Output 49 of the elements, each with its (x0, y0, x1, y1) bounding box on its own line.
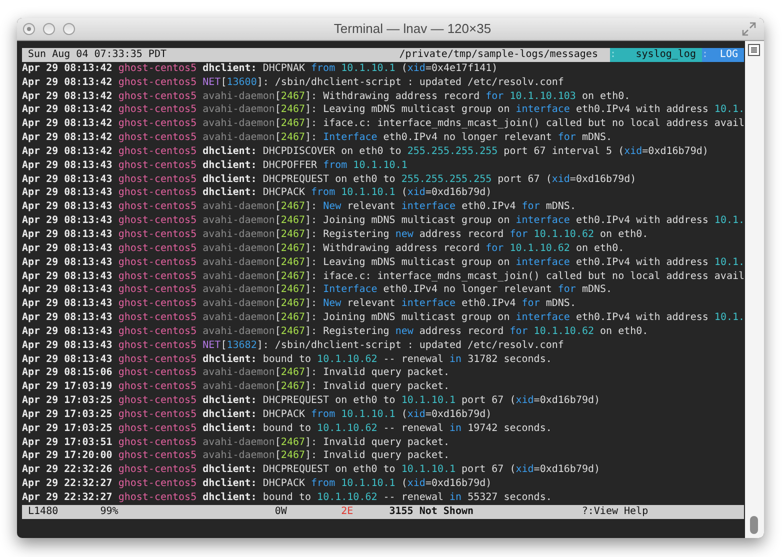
log-line: Apr 29 08:13:43 ghost-centos5 dhclient: bound to 10.1.10.62 -- renewal in 31782 seconds. (22, 352, 552, 366)
log-line: Apr 29 08:13:42 ghost-centos5 NET[13600]: /sbin/dhclient-script : updated /etc/resolv.conf (22, 76, 564, 90)
log-line: Apr 29 08:13:43 ghost-centos5 NET[13682]: /sbin/dhclient-script : updated /etc/resolv.conf (22, 338, 564, 353)
log-line: Apr 29 22:32:26 ghost-centos5 dhclient: DHCPREQUEST on eth0 to 10.1.10.1 port 67 (xid=0xd16b79d) (22, 463, 600, 478)
warning-count: 0W (274, 504, 288, 519)
log-line: Apr 29 08:15:06 ghost-centos5 avahi-daemon[2467]: Invalid query packet. (22, 366, 450, 380)
log-line: Apr 29 08:13:43 ghost-centos5 dhclient: DHCPACK from 10.1.10.1 (xid=0xd16b79d) (22, 186, 492, 200)
fullscreen-icon[interactable] (742, 22, 756, 36)
scrollbar-thumb[interactable] (750, 516, 758, 534)
log-line: Apr 29 17:20:00 ghost-centos5 avahi-daemon[2467]: Invalid query packet. (22, 449, 450, 464)
percent-text: 99% (100, 504, 120, 519)
log-line: Apr 29 08:13:42 ghost-centos5 avahi-daemon[2467]: iface.c: interface_mdns_mcast_join() called but no local address avail (22, 117, 745, 132)
log-line: Apr 29 22:32:27 ghost-centos5 dhclient: DHCPACK from 10.1.10.1 (xid=0xd16b79d) (22, 477, 492, 491)
log-line: Apr 29 08:13:42 ghost-centos5 avahi-daemon[2467]: Interface eth0.IPv4 no longer relevant for mDNS. (22, 131, 612, 145)
log-line: Apr 29 08:13:43 ghost-centos5 avahi-daemon[2467]: Joining mDNS multicast group on interface eth0.IPv4 with address 10.1. (22, 214, 745, 228)
log-line: Apr 29 17:03:51 ghost-centos5 avahi-daemon[2467]: Invalid query packet. (22, 436, 450, 450)
log-line: Apr 29 17:03:25 ghost-centos5 dhclient: DHCPREQUEST on eth0 to 10.1.10.1 port 67 (xid=0xd16b79d) (22, 394, 600, 408)
window-title: Terminal — lnav — 120×35 (334, 20, 492, 38)
log-line: Apr 29 08:13:43 ghost-centos5 dhclient: DHCPOFFER from 10.1.10.1 (22, 158, 408, 173)
minimize-button[interactable] (43, 23, 55, 35)
log-line: Apr 29 17:03:25 ghost-centos5 dhclient: bound to 10.1.10.62 -- renewal in 19742 seconds. (22, 422, 552, 436)
log-line: Apr 29 08:13:43 ghost-centos5 avahi-daemon[2467]: Leaving mDNS multicast group on interface eth0.IPv4 with address 10.1. (22, 256, 745, 270)
log-line: Apr 29 08:13:43 ghost-centos5 avahi-daemon[2467]: Withdrawing address record for 10.1.10.62 on eth0. (22, 242, 624, 256)
file-path: /private/tmp/sample-logs/messages (399, 48, 599, 62)
log-line: Apr 29 17:03:25 ghost-centos5 dhclient: DHCPACK from 10.1.10.1 (xid=0xd16b79d) (22, 408, 492, 422)
log-line: Apr 29 08:13:42 ghost-centos5 dhclient: DHCPNAK from 10.1.10.1 (xid=0x4e17f141) (22, 62, 498, 76)
view-label: : LOG (702, 48, 744, 62)
log-line: Apr 29 08:13:43 ghost-centos5 avahi-daemon[2467]: New relevant interface eth0.IPv4 for mDNS. (22, 200, 576, 214)
log-line: Apr 29 08:13:42 ghost-centos5 dhclient: DHCPDISCOVER on eth0 to 255.255.255.255 port 67 interval 5 (xid=0xd16b79d) (22, 144, 708, 159)
log-line: Apr 29 22:32:27 ghost-centos5 dhclient: bound to 10.1.10.62 -- renewal in 55327 seconds. (22, 491, 552, 505)
error-count: 2E (341, 504, 354, 519)
help-hint: ?:View Help (582, 504, 648, 519)
log-line: Apr 29 08:13:42 ghost-centos5 avahi-daemon[2467]: Withdrawing address record for 10.1.10.103 on eth0. (22, 90, 630, 104)
log-line: Apr 29 08:13:43 ghost-centos5 avahi-daemon[2467]: Registering new address record for 10.1.10.62 on eth0. (22, 228, 648, 242)
clock-text: Sun Aug 04 07:33:35 PDT (27, 48, 166, 62)
zoom-button[interactable] (63, 23, 75, 35)
close-button[interactable] (23, 23, 35, 35)
log-line: Apr 29 17:03:19 ghost-centos5 avahi-daemon[2467]: Invalid query packet. (22, 380, 450, 394)
format-label: : syslog_log (610, 48, 702, 62)
log-line: Apr 29 08:13:43 ghost-centos5 avahi-daemon[2467]: Interface eth0.IPv4 no longer relevant for mDNS. (22, 283, 612, 298)
not-shown-count: 3155 Not Shown (389, 504, 475, 519)
log-line: Apr 29 08:13:43 ghost-centos5 avahi-daemon[2467]: Registering new address record for 10.1.10.62 on eth0. (22, 324, 648, 339)
log-line: Apr 29 08:13:43 ghost-centos5 avahi-daemon[2467]: iface.c: interface_mdns_mcast_join() called but no local address avail (22, 270, 745, 284)
log-line: Apr 29 08:13:43 ghost-centos5 dhclient: DHCPREQUEST on eth0 to 255.255.255.255 port 67 (xid=0xd16b79d) (22, 172, 636, 186)
log-line: Apr 29 08:13:42 ghost-centos5 avahi-daemon[2467]: Leaving mDNS multicast group on interface eth0.IPv4 with address 10.1. (22, 103, 745, 118)
line-number: L1480 (28, 504, 60, 519)
log-line: Apr 29 08:13:43 ghost-centos5 avahi-daemon[2467]: New relevant interface eth0.IPv4 for mDNS. (22, 297, 576, 312)
log-line: Apr 29 08:13:43 ghost-centos5 avahi-daemon[2467]: Joining mDNS multicast group on interface eth0.IPv4 with address 10.1. (22, 311, 745, 325)
menu-icon[interactable] (748, 44, 760, 56)
